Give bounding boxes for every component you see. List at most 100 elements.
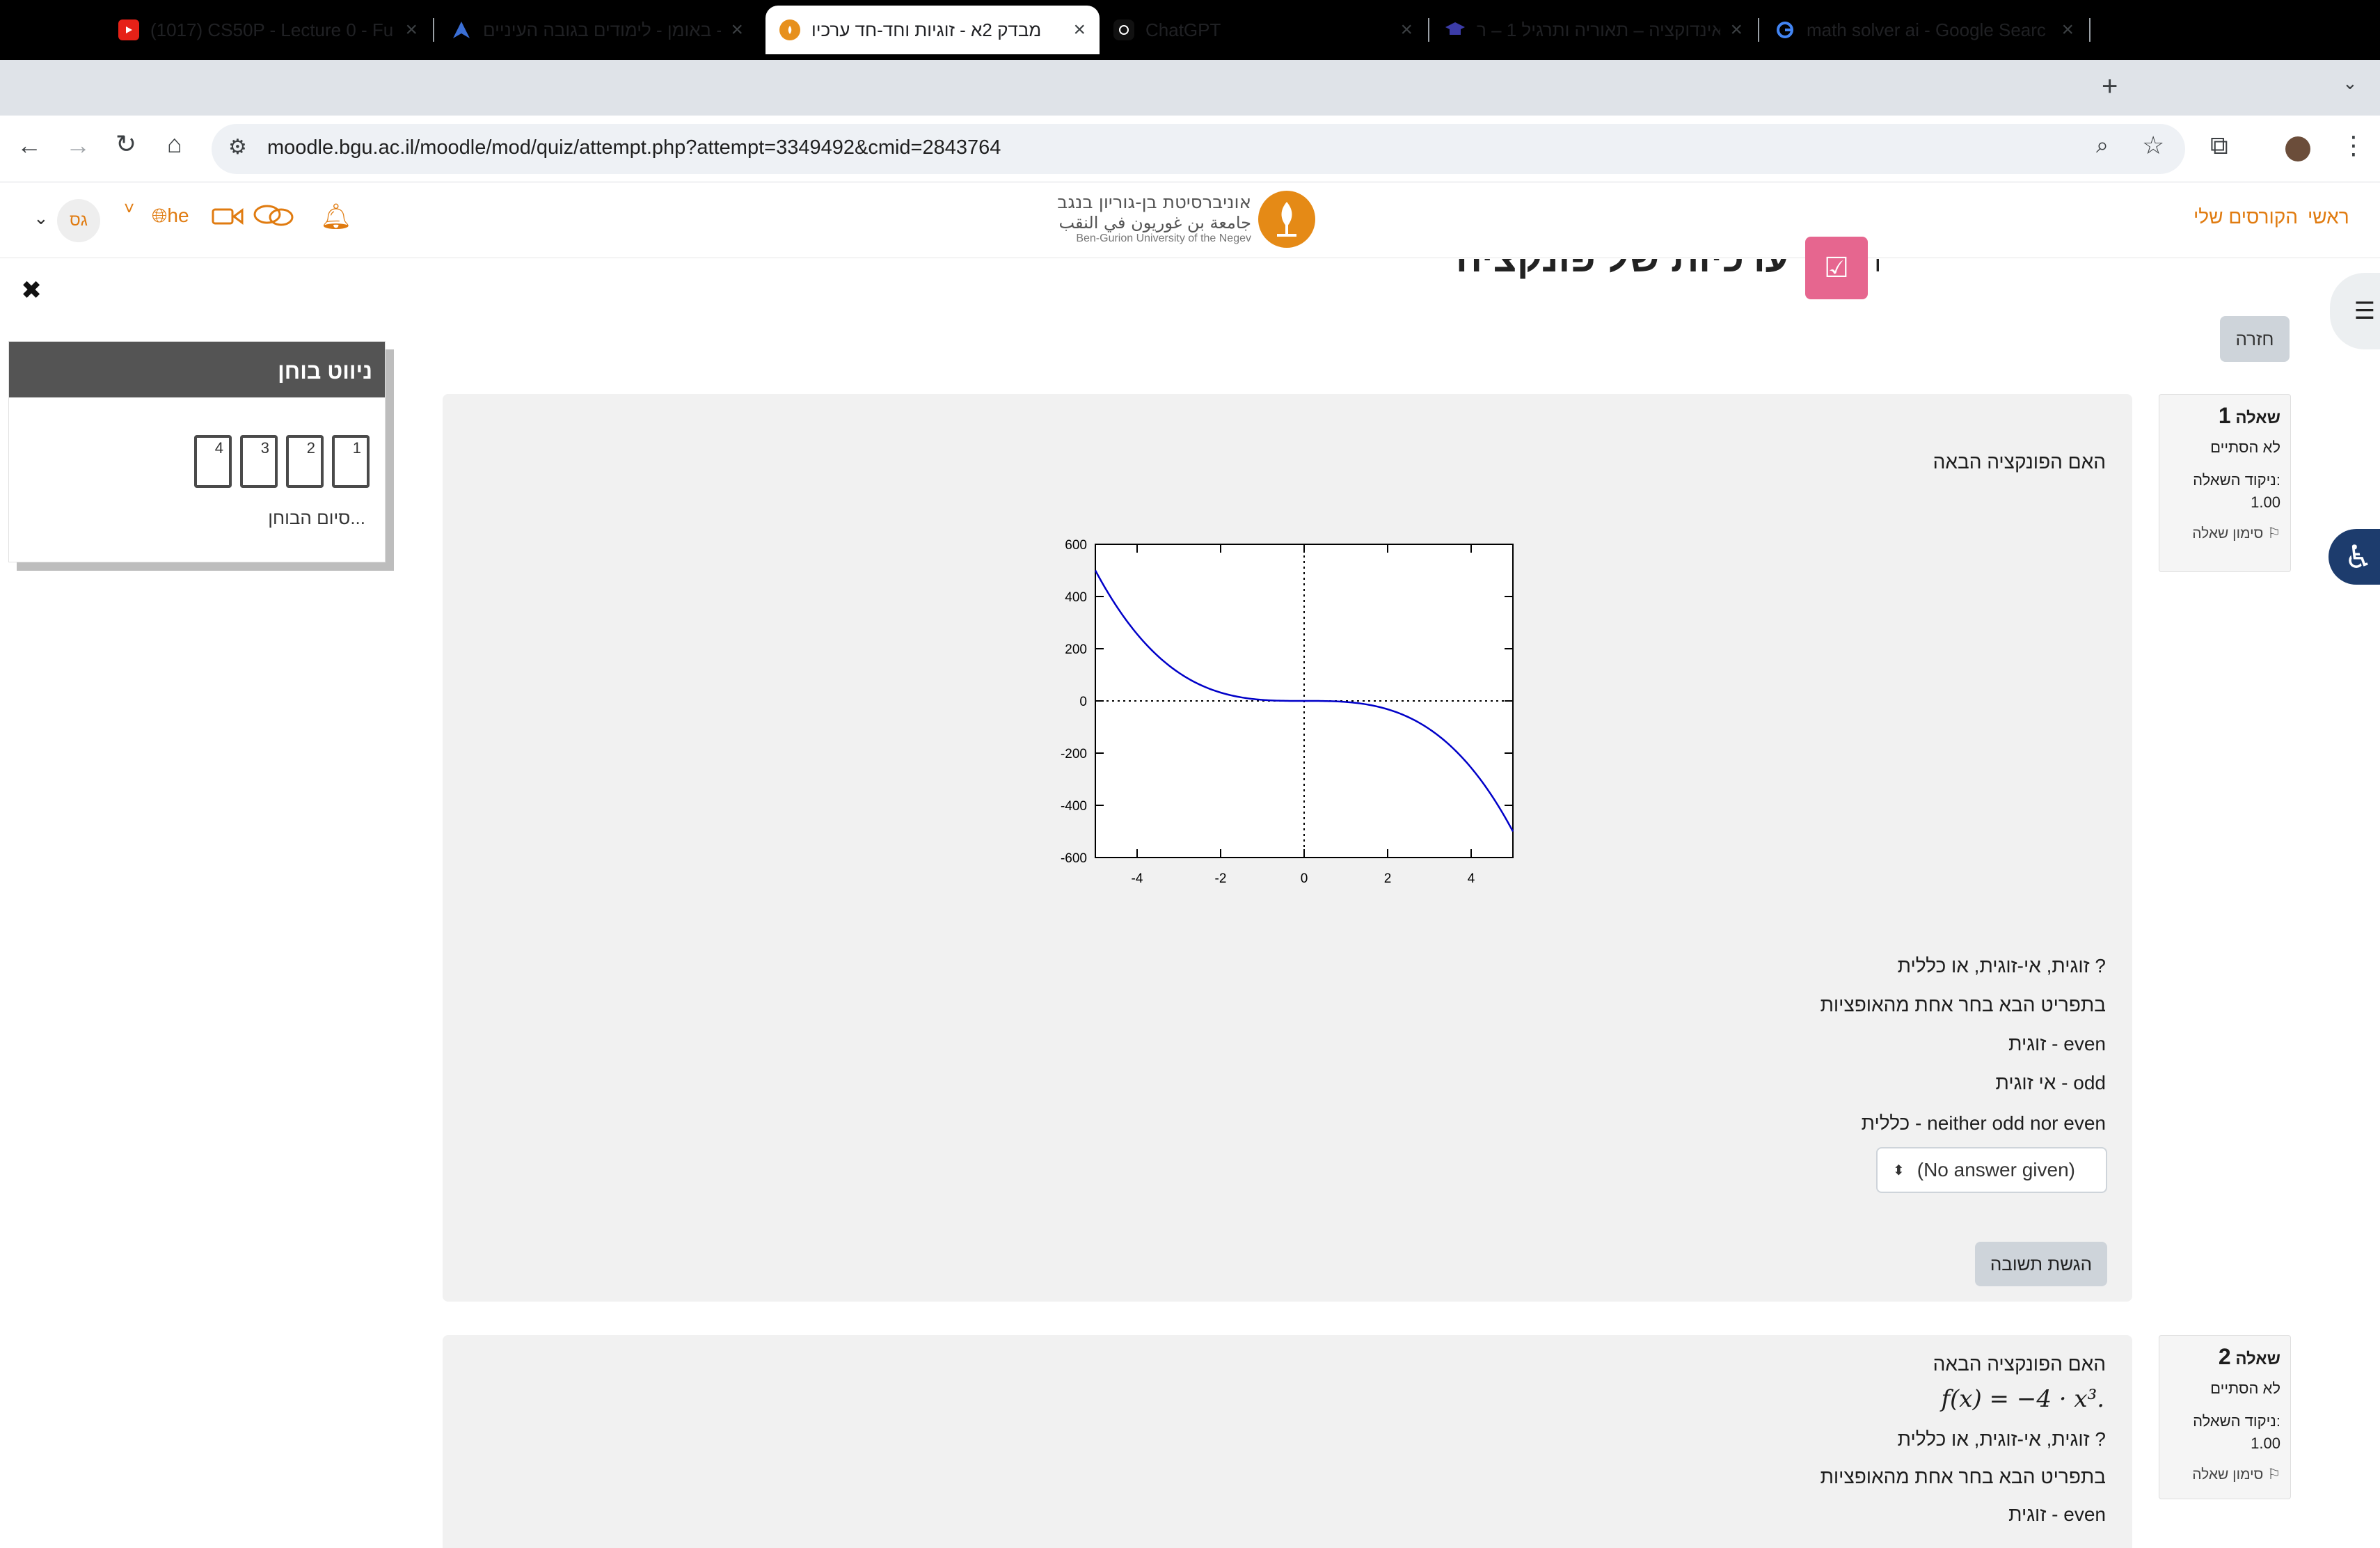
app-icon (451, 19, 472, 40)
question-2-instruction: בתפריט הבא בחר אחת מהאופציות (1820, 1466, 2106, 1487)
x-tick-label: 4 (1468, 871, 1475, 886)
answer-select-value: (No answer given) (1917, 1159, 2075, 1180)
back-arrow-icon[interactable]: ← (17, 131, 42, 160)
x-tick-label: 2 (1384, 871, 1392, 886)
close-icon[interactable]: × (405, 18, 418, 42)
option-even: זוגית - even (2008, 1033, 2106, 1055)
quiz-nav-question-1[interactable]: 1 (332, 435, 370, 488)
video-camera-icon[interactable] (212, 206, 244, 232)
y-tick-label: -200 (1061, 747, 1087, 761)
y-tick-label: 600 (1065, 538, 1087, 553)
mark-value: 1.00 (2251, 493, 2280, 511)
close-drawer-icon[interactable]: ✖ (21, 276, 42, 305)
page-title-clip: מבדק 2א - זוגיות וחד-חד ערכיות של פונקצי… (1044, 259, 1879, 280)
user-menu-chevron-icon[interactable]: ⌄ (33, 207, 49, 229)
quiz-nav-question-2[interactable]: 2 (286, 435, 324, 488)
question-mark: ניקוד השאלה: 1.00 (2159, 469, 2280, 514)
question-mark: ניקוד השאלה: 1.00 (2159, 1410, 2280, 1455)
back-button[interactable]: חזרה (2220, 316, 2290, 362)
question-number-value: 1 (2218, 403, 2231, 428)
tab-title: מבדק 2א - זוגיות וחד-חד ערכיו (811, 19, 1042, 40)
university-logo-text: אוניברסיטת בן-גוריון בנגב جامعة بن غوريو… (1057, 192, 1251, 245)
question-1-intro: האם הפונקציה הבאה (1933, 451, 2106, 473)
tab-title: math solver ai - Google Searc (1807, 19, 2046, 40)
close-icon[interactable]: × (1400, 18, 1413, 42)
close-icon[interactable]: × (1730, 18, 1743, 42)
question-1-info: שאלה 1 לא הסתיים ניקוד השאלה: 1.00 סימון … (2159, 394, 2291, 572)
question-number-value: 2 (2218, 1344, 2231, 1369)
tab-chatgpt[interactable]: ChatGPT × (1100, 6, 1427, 54)
tab-moodle-quiz[interactable]: מבדק 2א - זוגיות וחד-חד ערכיו × (765, 6, 1100, 54)
extensions-icon[interactable]: ⧉ (2210, 131, 2228, 161)
star-icon[interactable]: ☆ (2142, 131, 2164, 160)
close-icon[interactable]: × (1073, 18, 1086, 42)
profile-avatar[interactable] (2285, 136, 2310, 161)
finish-attempt-link[interactable]: סיום הבוחן... (268, 507, 365, 529)
chevron-down-icon[interactable]: ⌄ (2342, 72, 2358, 94)
y-tick-label: 0 (1079, 695, 1087, 709)
tab-google-search[interactable]: math solver ai - Google Searc × (1761, 6, 2088, 54)
question-2-info: שאלה 2 לא הסתיים ניקוד השאלה: 1.00 סימון … (2159, 1335, 2291, 1499)
user-avatar[interactable]: גס (57, 199, 100, 242)
url-text[interactable]: moodle.bgu.ac.il/moodle/mod/quiz/attempt… (267, 136, 1001, 159)
mark-label: ניקוד השאלה: (2193, 471, 2280, 489)
y-tick-label: -600 (1061, 851, 1087, 866)
y-tick-label: 400 (1065, 590, 1087, 605)
forward-arrow-icon[interactable]: → (65, 131, 90, 160)
tab-youtube[interactable]: (1017) CS50P - Lecture 0 - Fu × (104, 6, 431, 54)
nav-home-link[interactable]: ראשי (2308, 206, 2349, 228)
new-tab-plus-icon[interactable]: + (2102, 71, 2118, 102)
x-tick-label: 0 (1301, 871, 1308, 886)
close-icon[interactable]: × (731, 18, 743, 42)
question-2-option-even: זוגית - even (2008, 1503, 2106, 1525)
question-2-panel (443, 1335, 2132, 1548)
bell-icon[interactable]: 🔔︎ (320, 202, 352, 231)
flag-icon: ⚐ (2267, 526, 2280, 542)
quiz-navigation-heading: ניווט בוחן (9, 342, 385, 397)
tab-title: ChatGPT (1145, 19, 1221, 40)
quiz-navigation-block: ניווט בוחן 1 2 3 4 סיום הבוחן... (8, 341, 386, 562)
question-label: שאלה (2235, 1350, 2280, 1368)
language-menu[interactable]: 🌐︎he (152, 205, 189, 228)
quiz-nav-question-4[interactable]: 4 (194, 435, 232, 488)
mark-value: 1.00 (2251, 1435, 2280, 1452)
quiz-icon: ☑ (1805, 237, 1868, 299)
function-graph: -4 -2 0 2 4 600 400 200 0 -200 -400 -600 (1061, 538, 1514, 886)
youtube-icon (118, 19, 139, 40)
question-1-instruction: בתפריט הבא בחר אחת מהאופציות (1820, 994, 2106, 1016)
tab-induction[interactable]: אינדוקציה – תאוריה ותרגיל 1 – ר × (1431, 6, 1756, 54)
tab-title: אינדוקציה – תאוריה ותרגיל 1 – ר (1477, 19, 1721, 40)
question-2-intro: האם הפונקציה הבאה (1933, 1353, 2106, 1375)
moodle-icon (779, 19, 800, 40)
tab-separator (433, 18, 434, 42)
course-index-icon[interactable]: ☰ (2330, 273, 2380, 349)
zoom-icon[interactable]: ⌕ (2096, 132, 2109, 159)
question-status: לא הסתיים (2210, 1380, 2280, 1397)
submit-answer-button[interactable]: הגשת תשובה (1975, 1242, 2107, 1286)
question-2-formula: f(x) = −4 · x³. (1941, 1385, 2104, 1413)
flag-question-link[interactable]: סימון שאלה ⚐ (2159, 525, 2280, 542)
globe-icon: 🌐︎ (152, 205, 168, 226)
flag-icon: ⚐ (2267, 1467, 2280, 1483)
accessibility-icon[interactable]: ♿︎ (2329, 529, 2380, 585)
site-settings-icon[interactable]: ⚙ (228, 135, 247, 159)
flag-label: סימון שאלה (2192, 1467, 2264, 1483)
more-menu-icon[interactable]: ⋮ (2341, 131, 2366, 160)
reload-icon[interactable]: ↻ (116, 129, 136, 159)
university-logo-icon (1258, 191, 1315, 248)
chat-icon[interactable] (252, 203, 295, 233)
tab-title: באומן - לימודים בגובה העיניים - (483, 19, 722, 40)
tab-separator (1758, 18, 1759, 42)
chevron-down-icon[interactable]: ˅ (124, 198, 134, 219)
flag-label: סימון שאלה (2192, 526, 2264, 542)
nav-my-courses-link[interactable]: הקורסים שלי (2193, 206, 2298, 228)
quiz-nav-question-3[interactable]: 3 (240, 435, 278, 488)
answer-select[interactable]: ⬍ (No answer given) (1876, 1147, 2107, 1193)
option-neither: כללית - neither odd nor even (1861, 1112, 2106, 1134)
home-icon[interactable]: ⌂ (167, 129, 182, 159)
tab-bauman[interactable]: באומן - לימודים בגובה העיניים - × (437, 6, 757, 54)
flag-question-link[interactable]: סימון שאלה ⚐ (2159, 1466, 2280, 1483)
select-arrows-icon: ⬍ (1893, 1162, 1905, 1178)
close-icon[interactable]: × (2061, 18, 2074, 42)
tab-separator (1428, 18, 1429, 42)
